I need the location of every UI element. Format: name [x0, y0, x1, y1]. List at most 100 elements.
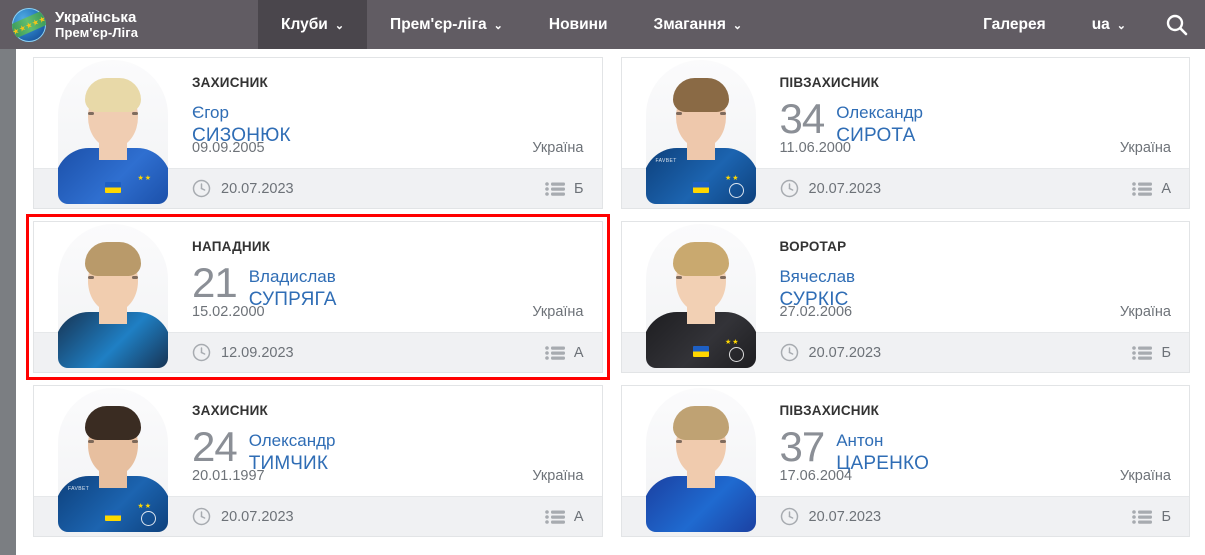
photo-eye-left	[88, 112, 94, 115]
player-joined-date: 20.07.2023	[221, 180, 294, 197]
player-card-body: ПІВЗАХИСНИК 37 Антон ЦАРЕНКО 17.06.2004 Украї…	[622, 386, 1190, 532]
player-jersey-number: 21	[192, 259, 238, 306]
nav-item-label: Новини	[548, 15, 608, 33]
player-info: НАПАДНИК 21 Владислав СУПРЯГА 15.02.2000 Укра…	[184, 222, 602, 332]
player-jersey-number: 37	[779, 423, 826, 470]
player-card-body: FAVBET ★★ ЗАХИСНИК 24 Олександр ТИМЧИК 20.01.1…	[34, 386, 602, 532]
brand-line-1: Українська	[55, 8, 137, 26]
player-first-name[interactable]: Олександр	[249, 429, 336, 452]
player-photo-image: ★★	[645, 224, 756, 368]
nav-item-0[interactable]: Клуби ⌄	[258, 0, 368, 49]
player-squad[interactable]: А	[545, 345, 584, 361]
photo-ukraine-flag-icon	[692, 346, 709, 357]
player-card[interactable]: FAVBET ★★ ПІВЗАХИСНИК 34 Олександр СИРОТА 11.0…	[620, 57, 1190, 209]
player-card[interactable]: ★★ ЗАХИСНИК Єгор СИЗОНЮК 09.09.2005 Україна 20…	[33, 57, 603, 209]
player-first-name[interactable]: Антон	[836, 429, 929, 452]
player-photo-image: FAVBET ★★	[58, 388, 168, 532]
photo-kit-stars-icon: ★★	[137, 175, 152, 182]
player-meta: 20.01.1997 Україна	[192, 468, 584, 484]
left-gray-rail	[0, 49, 16, 555]
nav-item-5[interactable]: ua ⌄	[1069, 0, 1149, 49]
player-squad[interactable]: Б	[545, 181, 584, 197]
list-icon	[545, 345, 565, 360]
photo-eye-left	[88, 440, 94, 443]
player-country: Україна	[1119, 304, 1171, 320]
nav-item-2[interactable]: Новини	[526, 0, 631, 49]
nav-item-label: Змагання	[653, 15, 726, 33]
photo-hair	[672, 406, 729, 440]
nav-item-3[interactable]: Змагання ⌄	[630, 0, 765, 49]
photo-kit-stars-icon: ★★	[724, 339, 740, 346]
player-joined-date: 20.07.2023	[808, 180, 882, 197]
clock-icon	[780, 507, 799, 526]
photo-eye-left	[675, 112, 682, 115]
player-card-body: ★★ ВОРОТАР Вячеслав СУРКІС 27.02.2006 Україна	[622, 222, 1190, 368]
main-nav: Клуби ⌄ Прем'єр-ліга ⌄ Новини Змагання ⌄ Галере…	[258, 0, 1149, 49]
photo-club-badge-icon	[728, 183, 744, 198]
photo-hair	[85, 242, 141, 276]
photo-hair	[672, 78, 729, 112]
nav-item-label: Прем'єр-ліга	[390, 15, 487, 33]
player-first-name[interactable]: Єгор	[192, 101, 291, 124]
player-position: ПІВЗАХИСНИК	[779, 75, 880, 90]
photo-kit-stars-icon: ★★	[724, 175, 740, 182]
players-row: ★★ ЗАХИСНИК Єгор СИЗОНЮК 09.09.2005 Україна 20…	[33, 57, 1190, 209]
player-joined: 20.07.2023	[780, 179, 1133, 198]
clock-icon	[780, 343, 799, 362]
photo-club-badge-icon	[728, 347, 744, 362]
brand-line-2: Прем'єр-Ліга	[55, 24, 139, 40]
player-meta: 09.09.2005 Україна	[192, 140, 584, 156]
player-photo: FAVBET ★★	[622, 58, 772, 204]
nav-item-1[interactable]: Прем'єр-ліга ⌄	[367, 0, 526, 49]
player-country: Україна	[532, 304, 584, 320]
player-joined: 20.07.2023	[780, 343, 1133, 362]
player-squad[interactable]: Б	[1132, 509, 1171, 525]
player-meta: 27.02.2006 Україна	[780, 304, 1172, 320]
players-row: НАПАДНИК 21 Владислав СУПРЯГА 15.02.2000 Укра…	[26, 214, 1190, 380]
player-info: ПІВЗАХИСНИК 34 Олександр СИРОТА 11.06.2000 Ук…	[772, 58, 1190, 168]
player-card[interactable]: ★★ ВОРОТАР Вячеслав СУРКІС 27.02.2006 Україна…	[620, 221, 1190, 373]
photo-eye-left	[88, 276, 94, 279]
photo-eye-right	[719, 112, 726, 115]
site-logo-link[interactable]: ★★★★★ Українська Прем'єр-Ліга	[0, 7, 258, 42]
player-photo	[622, 386, 772, 532]
player-first-name[interactable]: Олександр	[836, 101, 923, 124]
photo-ukraine-flag-icon	[105, 182, 121, 193]
player-birthdate: 27.02.2006	[779, 304, 853, 320]
photo-hair	[672, 242, 729, 276]
player-birthdate: 20.01.1997	[192, 468, 265, 484]
player-info: ПІВЗАХИСНИК 37 Антон ЦАРЕНКО 17.06.2004 Украї…	[772, 386, 1190, 496]
player-info: ВОРОТАР Вячеслав СУРКІС 27.02.2006 Україна	[772, 222, 1190, 332]
player-first-name[interactable]: Владислав	[249, 265, 337, 288]
photo-eye-right	[132, 440, 138, 443]
nav-spacer	[765, 0, 960, 49]
list-icon	[545, 509, 565, 524]
player-position: ВОРОТАР	[779, 239, 847, 254]
nav-item-4[interactable]: Галерея	[960, 0, 1069, 49]
player-info: ЗАХИСНИК Єгор СИЗОНЮК 09.09.2005 Україна	[184, 58, 602, 168]
list-icon	[1132, 181, 1153, 196]
page-root: ★★★★★ Українська Прем'єр-Ліга Клуби ⌄ Прем…	[0, 0, 1205, 555]
player-joined-date: 20.07.2023	[808, 344, 882, 361]
chevron-down-icon: ⌄	[1116, 20, 1126, 32]
clock-icon	[192, 343, 211, 362]
player-card[interactable]: ПІВЗАХИСНИК 37 Антон ЦАРЕНКО 17.06.2004 Украї…	[620, 385, 1190, 537]
player-squad[interactable]: А	[545, 509, 584, 525]
player-birthdate: 11.06.2000	[779, 140, 852, 156]
player-position: НАПАДНИК	[192, 239, 271, 254]
player-photo	[34, 222, 184, 368]
player-squad[interactable]: А	[1132, 181, 1171, 197]
player-position: ЗАХИСНИК	[192, 75, 268, 90]
player-photo: ★★	[622, 222, 772, 368]
player-card[interactable]: НАПАДНИК 21 Владислав СУПРЯГА 15.02.2000 Укра…	[26, 214, 610, 380]
photo-kit-sponsor: FAVBET	[68, 486, 90, 492]
players-row: FAVBET ★★ ЗАХИСНИК 24 Олександр ТИМЧИК 20.01.1…	[33, 385, 1190, 537]
top-navigation-bar: ★★★★★ Українська Прем'єр-Ліга Клуби ⌄ Прем…	[0, 0, 1205, 49]
player-card[interactable]: FAVBET ★★ ЗАХИСНИК 24 Олександр ТИМЧИК 20.01.1…	[33, 385, 603, 537]
player-first-name[interactable]: Вячеслав	[780, 265, 856, 288]
photo-hair	[85, 406, 141, 440]
player-squad[interactable]: Б	[1132, 345, 1171, 361]
search-icon[interactable]	[1149, 0, 1205, 49]
photo-club-badge-icon	[141, 511, 156, 526]
player-photo: ★★	[34, 58, 184, 204]
